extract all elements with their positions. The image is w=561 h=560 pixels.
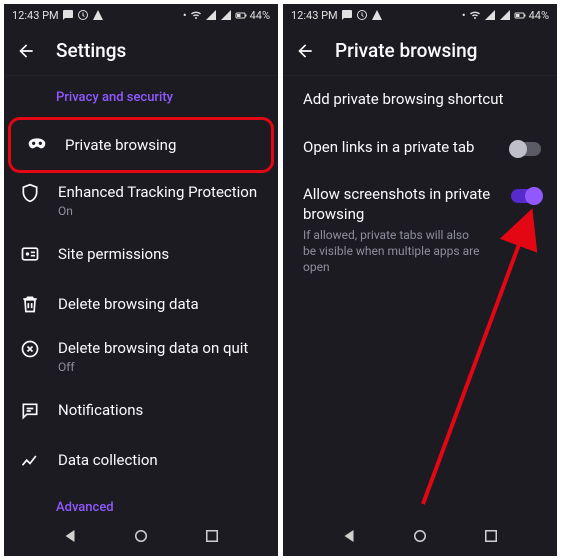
nav-back-icon[interactable] bbox=[340, 527, 358, 545]
signal-icon bbox=[220, 9, 232, 21]
status-time: 12:43 PM bbox=[291, 9, 338, 22]
settings-list: Privacy and security Private browsing En… bbox=[4, 76, 278, 516]
back-icon[interactable] bbox=[16, 41, 36, 61]
item-sub: On bbox=[58, 204, 262, 220]
battery-text: 44% bbox=[250, 9, 270, 22]
item-label: Enhanced Tracking Protection bbox=[58, 183, 262, 202]
battery-icon bbox=[514, 9, 526, 21]
item-private-browsing[interactable]: Private browsing bbox=[11, 120, 271, 170]
item-allow-screenshots[interactable]: Allow screenshots in private browsing If… bbox=[283, 171, 557, 290]
item-add-shortcut[interactable]: Add private browsing shortcut bbox=[283, 76, 557, 124]
item-label: Add private browsing shortcut bbox=[303, 90, 541, 110]
trash-icon bbox=[20, 294, 40, 314]
android-nav bbox=[4, 516, 278, 556]
back-icon[interactable] bbox=[295, 41, 315, 61]
item-sub: Off bbox=[58, 360, 262, 376]
status-icon bbox=[77, 9, 89, 21]
status-dot: • bbox=[183, 9, 187, 22]
nav-recent-icon[interactable] bbox=[482, 527, 500, 545]
section-privacy: Privacy and security bbox=[4, 76, 278, 117]
nav-recent-icon[interactable] bbox=[203, 527, 221, 545]
item-sub: If allowed, private tabs will also be vi… bbox=[303, 227, 483, 276]
header: Settings bbox=[4, 26, 278, 76]
private-list: Add private browsing shortcut Open links… bbox=[283, 76, 557, 516]
toggle-allow-screenshots[interactable] bbox=[511, 189, 541, 203]
item-delete-data[interactable]: Delete browsing data bbox=[4, 279, 278, 329]
close-circle-icon bbox=[20, 339, 40, 359]
android-nav bbox=[283, 516, 557, 556]
toggle-open-links[interactable] bbox=[511, 142, 541, 156]
signal-icon bbox=[484, 9, 496, 21]
item-label: Private browsing bbox=[65, 136, 255, 155]
item-label: Site permissions bbox=[58, 245, 262, 264]
item-delete-on-quit[interactable]: Delete browsing data on quit Off bbox=[4, 329, 278, 385]
private-browsing-screen: 12:43 PM • 44% Private browsing Add priv… bbox=[283, 4, 557, 556]
battery-text: 44% bbox=[529, 9, 549, 22]
status-icon bbox=[356, 9, 368, 21]
status-dot: • bbox=[462, 9, 466, 22]
item-notifications[interactable]: Notifications bbox=[4, 386, 278, 436]
item-label: Allow screenshots in private browsing bbox=[303, 185, 499, 224]
status-icon bbox=[371, 9, 383, 21]
settings-screen: 12:43 PM • 44% Settings Privacy and secu… bbox=[4, 4, 278, 556]
status-bar: 12:43 PM • 44% bbox=[283, 4, 557, 26]
status-icon bbox=[341, 9, 353, 21]
page-title: Private browsing bbox=[335, 39, 477, 62]
section-advanced: Advanced bbox=[4, 486, 278, 516]
nav-home-icon[interactable] bbox=[411, 527, 429, 545]
nav-back-icon[interactable] bbox=[61, 527, 79, 545]
permissions-icon bbox=[20, 244, 40, 264]
header: Private browsing bbox=[283, 26, 557, 76]
item-label: Open links in a private tab bbox=[303, 138, 499, 158]
chat-icon bbox=[20, 401, 40, 421]
battery-icon bbox=[235, 9, 247, 21]
item-etp[interactable]: Enhanced Tracking Protection On bbox=[4, 173, 278, 229]
wifi-icon bbox=[190, 9, 202, 21]
shield-icon bbox=[20, 183, 40, 203]
status-icon bbox=[92, 9, 104, 21]
signal-icon bbox=[205, 9, 217, 21]
highlight-private-browsing: Private browsing bbox=[8, 117, 274, 173]
status-bar: 12:43 PM • 44% bbox=[4, 4, 278, 26]
item-label: Notifications bbox=[58, 401, 262, 420]
item-label: Delete browsing data on quit bbox=[58, 339, 262, 358]
status-time: 12:43 PM bbox=[12, 9, 59, 22]
page-title: Settings bbox=[56, 39, 126, 62]
item-data-collection[interactable]: Data collection bbox=[4, 436, 278, 486]
signal-icon bbox=[499, 9, 511, 21]
nav-home-icon[interactable] bbox=[132, 527, 150, 545]
item-label: Delete browsing data bbox=[58, 295, 262, 314]
item-open-links-private[interactable]: Open links in a private tab bbox=[283, 124, 557, 172]
wifi-icon bbox=[469, 9, 481, 21]
item-site-permissions[interactable]: Site permissions bbox=[4, 229, 278, 279]
chart-icon bbox=[20, 451, 40, 471]
item-label: Data collection bbox=[58, 451, 262, 470]
mask-icon bbox=[27, 135, 47, 155]
status-icon bbox=[62, 9, 74, 21]
